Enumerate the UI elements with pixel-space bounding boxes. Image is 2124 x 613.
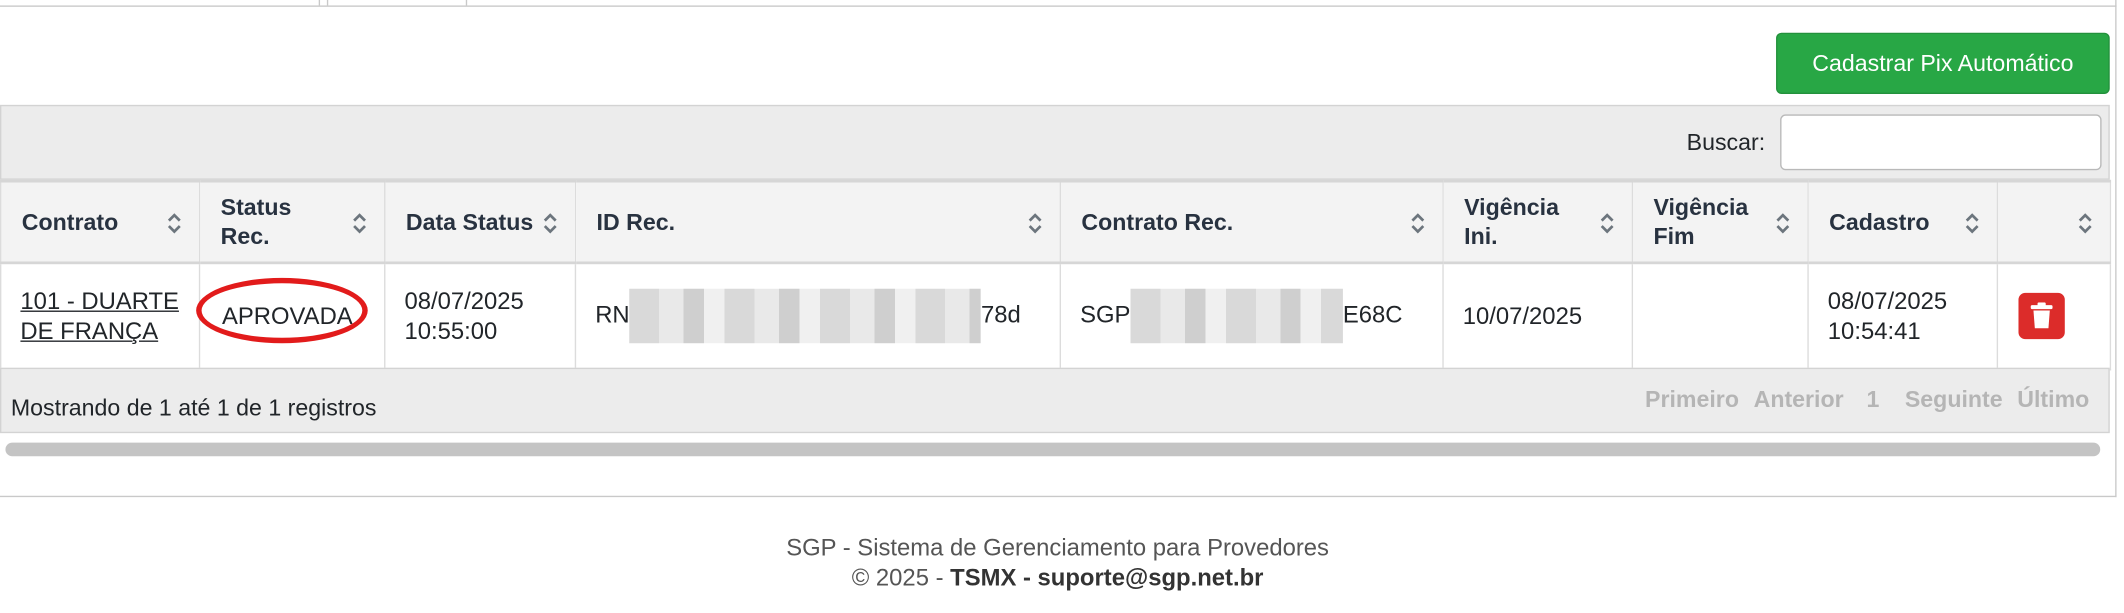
sort-icon	[1028, 213, 1042, 234]
header-status-rec[interactable]: Status Rec.	[198, 179, 386, 265]
header-vigencia-fim[interactable]: Vigência Fim	[1631, 179, 1809, 265]
cell-status: APROVADA	[196, 262, 386, 370]
sort-icon	[543, 213, 557, 234]
highlight-ring	[196, 278, 368, 344]
redacted-contract-block	[1130, 289, 1343, 344]
sort-icon	[353, 213, 366, 234]
header-actions[interactable]	[1996, 179, 2112, 265]
search-input[interactable]	[1780, 114, 2102, 171]
pagination: Primeiro Anterior 1 Seguinte Último	[1637, 387, 2089, 414]
pagination-next[interactable]: Seguinte	[1905, 387, 2003, 413]
table-row: 101 - DUARTE DE FRANÇA APROVADA 08/07/20…	[0, 262, 2112, 370]
cell-id-rec: RN 78d	[574, 262, 1061, 370]
footer-line-2: © 2025 - TSMX - suporte@sgp.net.br	[851, 563, 1264, 592]
records-info: Mostrando de 1 até 1 de 1 registros	[10, 394, 377, 421]
header-id-rec[interactable]: ID Rec.	[574, 179, 1061, 265]
header-vigencia-ini[interactable]: Vigência Ini.	[1442, 179, 1634, 265]
cell-vigencia-ini: 10/07/2025	[1442, 262, 1634, 370]
sort-icon	[1965, 213, 1979, 234]
pagination-page[interactable]: 1	[1866, 387, 1879, 413]
header-cadastro[interactable]: Cadastro	[1807, 179, 1999, 265]
sort-icon	[1411, 213, 1425, 234]
pagination-prev[interactable]: Anterior	[1754, 387, 1844, 413]
sort-icon	[1776, 213, 1790, 234]
contract-link[interactable]: 101 - DUARTE DE FRANÇA	[20, 288, 179, 345]
pix-table: Contrato Status Rec. Data Status ID Rec.…	[0, 179, 2112, 370]
sort-icon	[167, 213, 181, 234]
page-footer: SGP - Sistema de Gerenciamento para Prov…	[0, 533, 2115, 593]
redacted-id-block	[629, 289, 982, 344]
footer-company: TSMX - suporte@sgp.net.br	[950, 563, 1264, 592]
cell-contrato: 101 - DUARTE DE FRANÇA	[0, 262, 201, 370]
delete-button[interactable]	[2018, 293, 2065, 340]
horizontal-scrollbar[interactable]	[5, 442, 2101, 457]
pagination-last[interactable]: Último	[2017, 387, 2089, 413]
sort-icon	[1600, 213, 1614, 234]
footer-line-1: SGP - Sistema de Gerenciamento para Prov…	[786, 533, 1329, 562]
cell-actions	[1996, 262, 2112, 370]
sort-icon	[2078, 213, 2092, 234]
header-data-status[interactable]: Data Status	[384, 179, 577, 265]
add-pix-automatico-button[interactable]: Cadastrar Pix Automático	[1776, 32, 2110, 94]
cell-data-status: 08/07/2025 10:55:00	[384, 262, 577, 370]
cell-vigencia-fim	[1631, 262, 1809, 370]
pagination-first[interactable]: Primeiro	[1645, 387, 1739, 413]
header-contrato-rec[interactable]: Contrato Rec.	[1059, 179, 1444, 265]
header-contrato[interactable]: Contrato	[0, 179, 201, 265]
search-label: Buscar:	[1686, 129, 1766, 156]
status-badge: APROVADA	[196, 278, 368, 344]
table-info-bar: Mostrando de 1 até 1 de 1 registros Prim…	[0, 367, 2110, 434]
trash-icon	[2030, 302, 2053, 329]
cell-cadastro: 08/07/2025 10:54:41	[1807, 262, 1999, 370]
cell-contrato-rec: SGP E68C	[1059, 262, 1444, 370]
table-header-row: Contrato Status Rec. Data Status ID Rec.…	[0, 179, 2112, 265]
table-toolbar: Buscar:	[0, 104, 2110, 180]
